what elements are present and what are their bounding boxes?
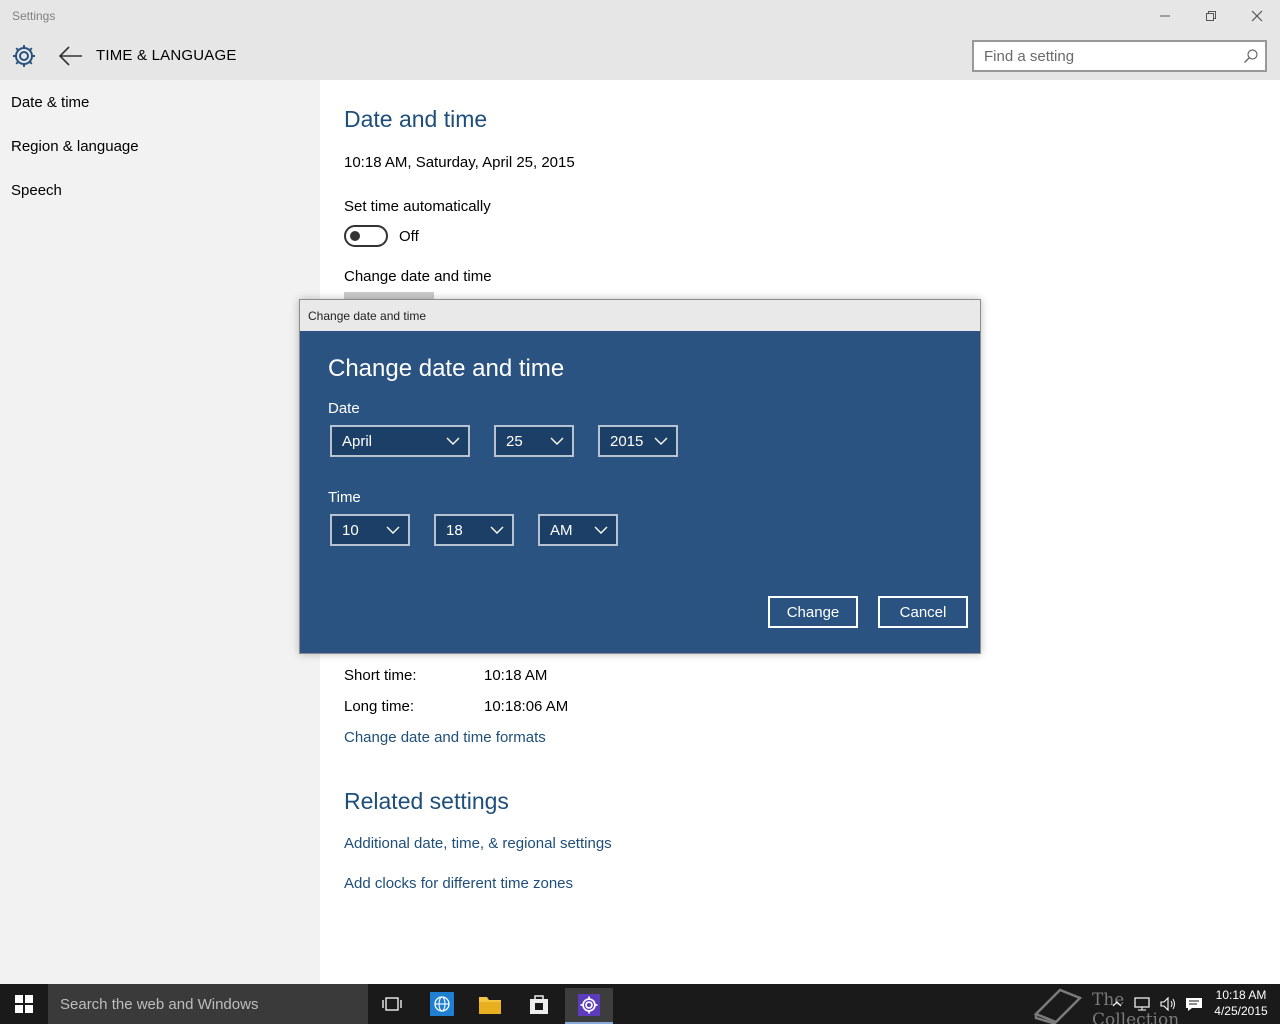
chevron-down-icon bbox=[594, 526, 608, 534]
change-date-time-label: Change date and time bbox=[344, 268, 492, 285]
chevron-up-icon bbox=[1112, 1001, 1122, 1007]
taskbar-file-explorer-button[interactable] bbox=[466, 988, 514, 1020]
taskbar: Search the web and Windows The Collectio… bbox=[0, 984, 1280, 1024]
windows-logo-icon bbox=[15, 995, 33, 1013]
toggle-knob bbox=[350, 231, 360, 241]
short-time-value: 10:18 AM bbox=[484, 667, 548, 684]
set-time-auto-toggle[interactable] bbox=[344, 225, 388, 247]
back-arrow-icon[interactable] bbox=[58, 44, 84, 68]
chevron-down-icon bbox=[550, 437, 564, 445]
toggle-state-label: Off bbox=[399, 228, 419, 245]
volume-button[interactable] bbox=[1156, 984, 1180, 1024]
time-label: Time bbox=[328, 489, 361, 506]
long-time-value: 10:18:06 AM bbox=[484, 698, 569, 715]
year-value: 2015 bbox=[610, 433, 644, 450]
folder-icon bbox=[479, 997, 501, 1014]
date-label: Date bbox=[328, 400, 360, 417]
taskbar-search-box[interactable]: Search the web and Windows bbox=[48, 984, 368, 1024]
close-icon bbox=[1251, 10, 1263, 22]
sidebar-item-date-time[interactable]: Date & time bbox=[11, 94, 89, 111]
title-bar: Settings TIME & LANGUAGE bbox=[0, 0, 1280, 80]
change-button[interactable]: Change bbox=[768, 596, 858, 628]
speaker-icon bbox=[1160, 996, 1175, 1012]
sidebar-item-region-language[interactable]: Region & language bbox=[11, 138, 139, 155]
dialog-title-bar: Change date and time bbox=[300, 300, 980, 331]
search-input[interactable] bbox=[974, 42, 1229, 70]
short-time-label: Short time: bbox=[344, 667, 417, 684]
taskbar-settings-button[interactable] bbox=[565, 988, 613, 1024]
long-time-label: Long time: bbox=[344, 698, 415, 715]
month-dropdown[interactable]: April bbox=[330, 425, 470, 457]
show-hidden-icons-button[interactable] bbox=[1108, 984, 1126, 1024]
set-time-auto-label: Set time automatically bbox=[344, 198, 491, 215]
search-box[interactable] bbox=[972, 40, 1267, 72]
restore-button[interactable] bbox=[1188, 0, 1234, 32]
book-icon bbox=[1033, 988, 1083, 1024]
taskbar-search-placeholder: Search the web and Windows bbox=[60, 996, 259, 1013]
minimize-icon bbox=[1160, 15, 1170, 17]
minute-dropdown[interactable]: 18 bbox=[434, 514, 514, 546]
current-datetime: 10:18 AM, Saturday, April 25, 2015 bbox=[344, 154, 575, 171]
cancel-button[interactable]: Cancel bbox=[878, 596, 968, 628]
day-dropdown[interactable]: 25 bbox=[494, 425, 574, 457]
network-button[interactable] bbox=[1130, 984, 1154, 1024]
dialog-window-title: Change date and time bbox=[308, 309, 427, 323]
close-button[interactable] bbox=[1234, 0, 1280, 32]
add-clocks-link[interactable]: Add clocks for different time zones bbox=[344, 875, 573, 892]
task-view-button[interactable] bbox=[368, 988, 416, 1020]
search-icon[interactable] bbox=[1243, 48, 1259, 64]
start-button[interactable] bbox=[0, 984, 48, 1024]
restore-icon bbox=[1206, 11, 1216, 21]
clock-time: 10:18 AM bbox=[1215, 988, 1267, 1002]
dialog-heading: Change date and time bbox=[328, 355, 565, 382]
chevron-down-icon bbox=[386, 526, 400, 534]
chevron-down-icon bbox=[446, 437, 460, 445]
additional-settings-link[interactable]: Additional date, time, & regional settin… bbox=[344, 835, 612, 852]
change-date-time-dialog: Change date and time Change date and tim… bbox=[299, 299, 981, 654]
sidebar-item-speech[interactable]: Speech bbox=[11, 182, 62, 199]
related-settings-heading: Related settings bbox=[344, 788, 509, 814]
ampm-value: AM bbox=[550, 522, 573, 539]
task-view-icon bbox=[382, 997, 402, 1011]
store-bag-icon bbox=[530, 995, 548, 1014]
page-title: TIME & LANGUAGE bbox=[96, 47, 237, 64]
minimize-button[interactable] bbox=[1142, 0, 1188, 32]
globe-icon bbox=[430, 992, 454, 1016]
sidebar: Date & time Region & language Speech bbox=[0, 80, 320, 984]
ampm-dropdown[interactable]: AM bbox=[538, 514, 618, 546]
minute-value: 18 bbox=[446, 522, 463, 539]
taskbar-clock[interactable]: 10:18 AM 4/25/2015 bbox=[1205, 987, 1277, 1019]
clock-date: 4/25/2015 bbox=[1214, 1004, 1268, 1018]
section-heading-date-time: Date and time bbox=[344, 106, 488, 132]
year-dropdown[interactable]: 2015 bbox=[598, 425, 678, 457]
action-center-button[interactable] bbox=[1182, 984, 1206, 1024]
taskbar-store-button[interactable] bbox=[515, 988, 563, 1020]
month-value: April bbox=[342, 433, 373, 450]
day-value: 25 bbox=[506, 433, 523, 450]
window-title: Settings bbox=[12, 9, 56, 23]
hour-value: 10 bbox=[342, 522, 359, 539]
settings-gear-icon bbox=[578, 994, 600, 1016]
change-formats-link[interactable]: Change date and time formats bbox=[344, 729, 546, 746]
action-center-icon bbox=[1186, 998, 1202, 1011]
hour-dropdown[interactable]: 10 bbox=[330, 514, 410, 546]
network-icon bbox=[1134, 997, 1150, 1011]
chevron-down-icon bbox=[490, 526, 504, 534]
taskbar-browser-button[interactable] bbox=[418, 988, 466, 1020]
settings-gear-icon bbox=[13, 45, 35, 67]
chevron-down-icon bbox=[654, 437, 668, 445]
